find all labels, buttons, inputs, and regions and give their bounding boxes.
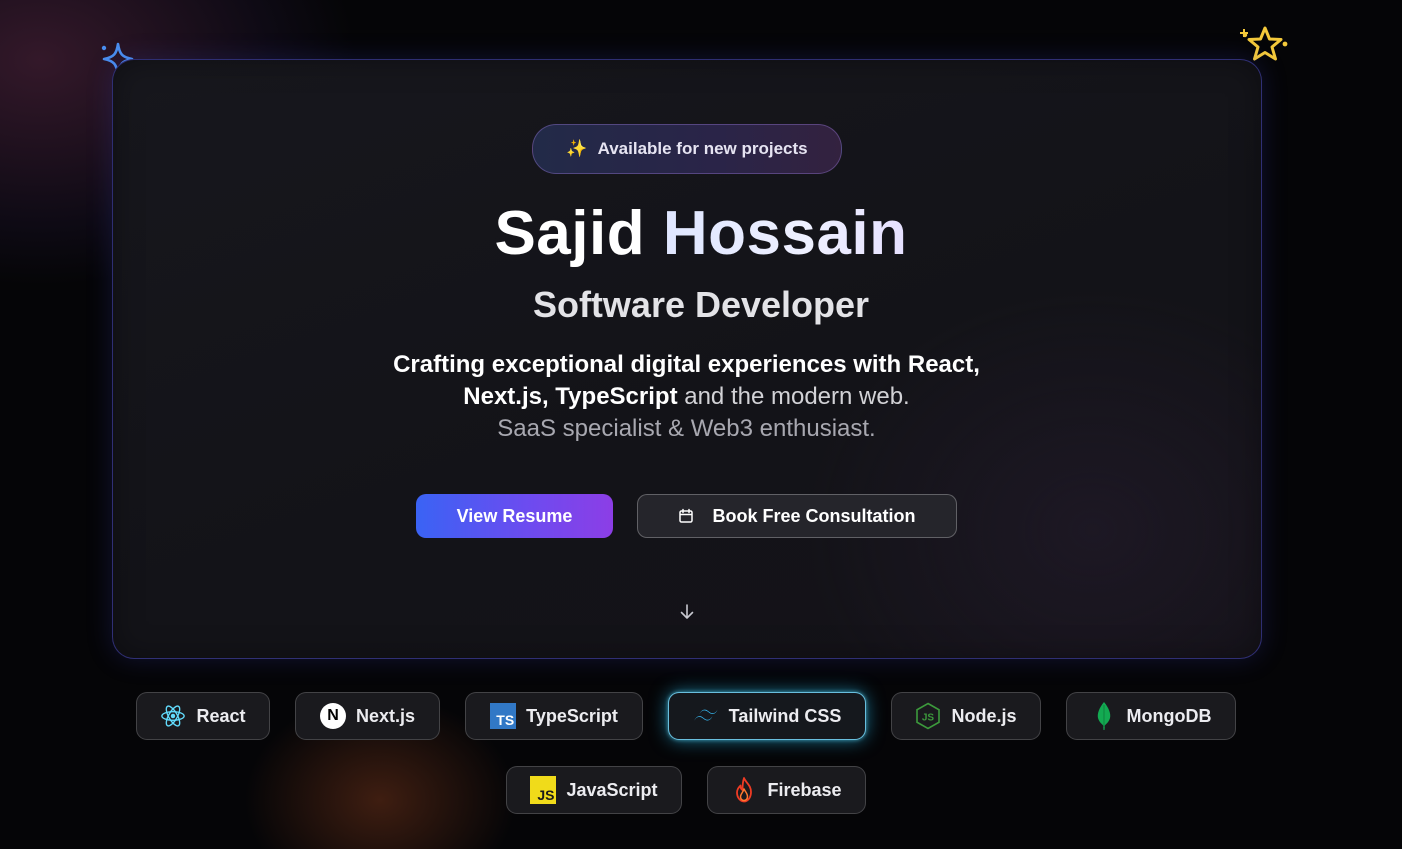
react-icon <box>160 703 186 729</box>
tech-label: Firebase <box>767 779 842 800</box>
sparkles-icon: ✨ <box>566 139 588 158</box>
tech-label: Tailwind CSS <box>728 705 842 726</box>
tech-label: MongoDB <box>1126 705 1212 726</box>
tech-pill-nodejs[interactable]: JS Node.js <box>891 692 1041 740</box>
nodejs-icon: JS <box>915 702 941 730</box>
tailwind-icon <box>693 703 719 729</box>
book-consultation-button[interactable]: Book Free Consultation <box>637 494 957 538</box>
availability-badge: ✨ Available for new projects <box>532 124 842 174</box>
tech-label: Node.js <box>951 705 1017 726</box>
tech-pill-mongodb[interactable]: MongoDB <box>1066 692 1236 740</box>
last-name: Hossain <box>662 199 908 268</box>
tech-pill-javascript[interactable]: JS JavaScript <box>506 766 682 814</box>
scroll-down-arrow-icon[interactable] <box>677 602 697 622</box>
firebase-icon <box>731 777 757 803</box>
portfolio-page: ✨ Available for new projects Sajid Hossa… <box>0 0 1402 849</box>
tech-pill-typescript[interactable]: TS TypeScript <box>465 692 643 740</box>
tech-label: JavaScript <box>566 779 658 800</box>
tagline-line3: SaaS specialist & Web3 enthusiast. <box>497 415 876 442</box>
tagline-line2-rest: and the modern web. <box>677 383 910 410</box>
availability-label: Available for new projects <box>597 139 808 158</box>
nextjs-icon: N <box>319 703 346 729</box>
first-name: Sajid <box>494 199 646 268</box>
tagline-tech: Next.js, TypeScript <box>463 383 678 410</box>
tech-label: React <box>196 705 246 726</box>
typescript-icon: TS <box>490 703 517 729</box>
mongodb-icon <box>1091 702 1117 730</box>
calendar-icon <box>679 508 694 523</box>
consult-label: Book Free Consultation <box>712 505 916 526</box>
hero-tagline: Crafting exceptional digital experiences… <box>350 349 1023 445</box>
svg-text:JS: JS <box>922 713 935 724</box>
javascript-icon: JS <box>530 776 557 804</box>
view-resume-button[interactable]: View Resume <box>416 494 613 538</box>
tech-pill-nextjs[interactable]: N Next.js <box>295 692 440 740</box>
tech-label: TypeScript <box>526 705 618 726</box>
tech-pill-react[interactable]: React <box>136 692 270 740</box>
tech-label: Next.js <box>355 705 416 726</box>
hero-role: Software Developer <box>532 284 870 325</box>
tech-pill-firebase[interactable]: Firebase <box>707 766 866 814</box>
tagline-line1: Crafting exceptional digital experiences… <box>393 351 980 378</box>
hero-name: Sajid Hossain <box>0 198 1402 269</box>
tech-pill-tailwind[interactable]: Tailwind CSS <box>668 692 866 740</box>
